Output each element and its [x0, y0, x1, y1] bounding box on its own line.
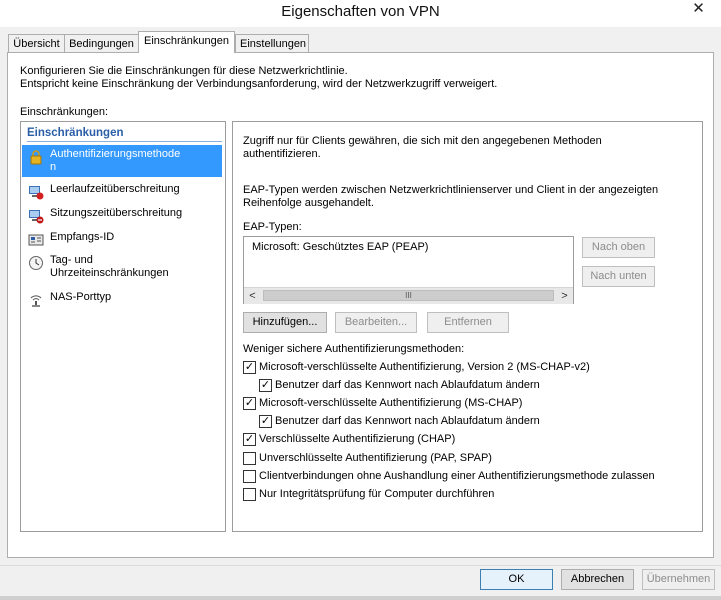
- cancel-button[interactable]: Abbrechen: [561, 569, 634, 590]
- lock-icon: [28, 149, 44, 165]
- mschap-change-password-label: Benutzer darf das Kennwort nach Ablaufda…: [275, 415, 540, 427]
- sidebar-item-label: NAS-Porttyp: [50, 291, 112, 303]
- constraints-list-header: Einschränkungen: [27, 127, 124, 139]
- mschapv2-checkbox[interactable]: ✓: [243, 361, 256, 374]
- less-secure-label: Weniger sichere Authentifizierungsmethod…: [243, 343, 465, 355]
- sidebar-item-called-station-id[interactable]: Empfangs-ID: [22, 231, 222, 248]
- remove-button[interactable]: Entfernen: [427, 312, 509, 333]
- move-down-button[interactable]: Nach unten: [582, 266, 655, 287]
- window-title: Eigenschaften von VPN: [281, 3, 440, 20]
- tab-constraints[interactable]: Einschränkungen: [138, 31, 235, 53]
- ok-button[interactable]: OK: [480, 569, 553, 590]
- mschap-checkbox[interactable]: ✓: [243, 397, 256, 410]
- chap-checkbox[interactable]: ✓: [243, 433, 256, 446]
- mschapv2-label: Microsoft-verschlüsselte Authentifizieru…: [259, 361, 590, 373]
- no-auth-negotiation-checkbox[interactable]: [243, 470, 256, 483]
- machine-health-check-label: Nur Integritätsprüfung für Computer durc…: [259, 488, 495, 500]
- tab-conditions[interactable]: Bedingungen: [64, 34, 139, 52]
- mschapv2-change-password-label: Benutzer darf das Kennwort nach Ablaufda…: [275, 379, 540, 391]
- constraints-label: Einschränkungen:: [20, 106, 109, 118]
- sidebar-item-nas-port-type[interactable]: NAS-Porttyp: [22, 291, 222, 308]
- sidebar-item-label: Sitzungszeitüberschreitung: [50, 207, 183, 219]
- footer-divider: [0, 565, 721, 566]
- eap-types-label: EAP-Typen:: [243, 221, 302, 233]
- nas-port-icon: [28, 292, 44, 308]
- mschap-label: Microsoft-verschlüsselte Authentifizieru…: [259, 397, 523, 409]
- sidebar-item-session-timeout[interactable]: Sitzungszeitüberschreitung: [22, 207, 222, 224]
- close-button[interactable]: ✕: [676, 0, 721, 20]
- apply-button[interactable]: Übernehmen: [642, 569, 715, 590]
- edit-button[interactable]: Bearbeiten...: [335, 312, 417, 333]
- called-station-id-icon: [28, 232, 44, 248]
- chap-label: Verschlüsselte Authentifizierung (CHAP): [259, 433, 456, 445]
- close-icon: ✕: [692, 0, 705, 17]
- tab-overview[interactable]: Übersicht: [8, 34, 65, 52]
- description-text: Zugriff nur für Clients gewähren, die si…: [243, 135, 602, 160]
- mschapv2-change-password-checkbox[interactable]: ✓: [259, 379, 272, 392]
- header-underline: [27, 141, 222, 142]
- eap-order-text: EAP-Typen werden zwischen Netzwerkrichtl…: [243, 184, 659, 209]
- intro-text-2: Entspricht keine Einschränkung der Verbi…: [20, 78, 498, 90]
- machine-health-check-checkbox[interactable]: [243, 488, 256, 501]
- sidebar-item-label: Authentifizierungsmethode n: [50, 148, 181, 173]
- intro-text-1: Konfigurieren Sie die Einschränkungen fü…: [20, 65, 348, 77]
- tab-settings[interactable]: Einstellungen: [235, 34, 309, 52]
- sidebar-item-label: Empfangs-ID: [50, 231, 115, 243]
- sidebar-item-label: Leerlaufzeitüberschreitung: [50, 183, 180, 195]
- mschap-change-password-checkbox[interactable]: ✓: [259, 415, 272, 428]
- list-item[interactable]: Microsoft: Geschütztes EAP (PEAP): [252, 241, 428, 253]
- add-button[interactable]: Hinzufügen...: [243, 312, 327, 333]
- no-auth-negotiation-label: Clientverbindungen ohne Aushandlung eine…: [259, 470, 655, 482]
- pap-spap-checkbox[interactable]: [243, 452, 256, 465]
- sidebar-item-label: Tag- und Uhrzeiteinschränkungen: [50, 254, 169, 279]
- scrollbar-thumb[interactable]: III: [263, 290, 554, 301]
- session-timeout-icon: [28, 208, 44, 224]
- sidebar-item-idle-timeout[interactable]: Leerlaufzeitüberschreitung: [22, 183, 222, 200]
- sidebar-item-authentication-methods[interactable]: Authentifizierungsmethode n: [22, 145, 222, 177]
- sidebar-item-day-time-restrictions[interactable]: Tag- und Uhrzeiteinschränkungen: [22, 254, 222, 280]
- pap-spap-label: Unverschlüsselte Authentifizierung (PAP,…: [259, 452, 492, 464]
- scroll-left-icon[interactable]: <: [244, 288, 261, 304]
- clock-icon: [28, 255, 44, 271]
- idle-timeout-icon: [28, 184, 44, 200]
- window-bottom-edge: [0, 596, 721, 600]
- move-up-button[interactable]: Nach oben: [582, 237, 655, 258]
- scroll-right-icon[interactable]: >: [556, 288, 573, 304]
